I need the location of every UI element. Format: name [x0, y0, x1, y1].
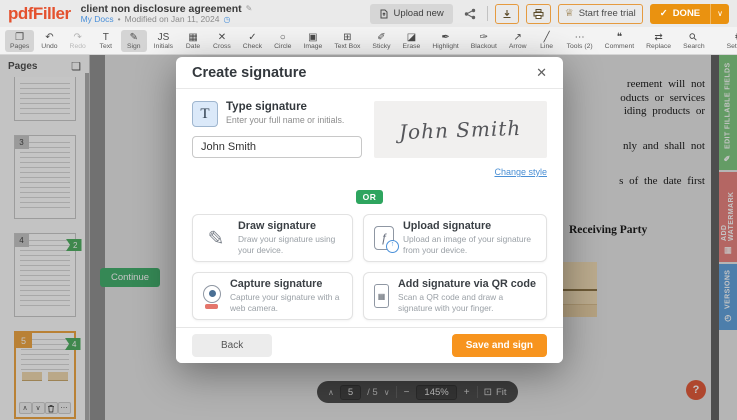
tb-glyph: ❝: [617, 32, 622, 43]
upload-doc-icon: [379, 9, 389, 19]
save-and-sign-button[interactable]: Save and sign: [452, 334, 547, 357]
download-button[interactable]: [495, 4, 519, 24]
capture-icon: [203, 285, 221, 303]
signature-option-card-add-signature-via-qr-code[interactable]: Add signature via QR code Scan a QR code…: [363, 272, 547, 320]
signature-preview: John Smith: [374, 101, 547, 158]
toolbar-item-erase[interactable]: ◪ Erase: [398, 30, 426, 52]
tb-glyph: ╱: [544, 32, 550, 43]
tb-glyph: T: [103, 32, 109, 43]
toolbar-item-initials[interactable]: JS Initials: [149, 30, 178, 52]
toolbar-item-pages[interactable]: ❐ Pages: [5, 30, 34, 52]
tb-glyph: ✐: [377, 32, 385, 43]
modified-date: Modified on Jan 11, 2024: [125, 15, 220, 25]
signature-option-card-capture-signature[interactable]: Capture signature Capture your signature…: [192, 272, 353, 320]
toolbar-item-blackout[interactable]: ✑ Blackout: [466, 30, 502, 52]
upload-new-button[interactable]: Upload new: [370, 4, 453, 24]
toolbar-item-circle[interactable]: ○ Circle: [269, 30, 296, 52]
toolbar-item-text[interactable]: T Text: [93, 30, 119, 52]
tb-glyph: ⋯: [575, 32, 585, 43]
toolbar-item-replace[interactable]: ⇄ Replace: [641, 30, 676, 52]
pdffiller-app: pdfFiller client non disclosure agreemen…: [0, 0, 737, 420]
qr-icon: [374, 284, 389, 308]
change-style-link[interactable]: Change style: [494, 167, 547, 177]
breadcrumb-separator: •: [118, 15, 121, 25]
tb-glyph: ❐: [15, 32, 24, 43]
tb-glyph: ✒: [441, 32, 449, 43]
tb-glyph: ▦: [188, 32, 197, 43]
clock-icon: ◷: [223, 15, 230, 24]
document-title-block: client non disclosure agreement ✎ My Doc…: [81, 3, 253, 25]
breadcrumb-my-docs[interactable]: My Docs: [81, 15, 114, 25]
signature-name-input[interactable]: [192, 136, 362, 158]
print-button[interactable]: [526, 4, 551, 24]
tb-glyph: ✑: [480, 32, 488, 43]
toolbar-item-arrow[interactable]: ↗ Arrow: [504, 30, 532, 52]
start-free-trial-button[interactable]: ♕ Start free trial: [558, 4, 643, 24]
tb-glyph: ✓: [248, 32, 256, 43]
modal-title: Create signature: [192, 65, 306, 81]
tb-glyph: ▣: [308, 32, 317, 43]
toolbar-item-sign[interactable]: ✎ Sign: [121, 30, 147, 52]
document-title: client non disclosure agreement: [81, 3, 242, 15]
close-icon[interactable]: ✕: [536, 65, 547, 81]
create-signature-modal: Create signature ✕ T Type signature Ente…: [176, 57, 563, 363]
tb-glyph: ⇄: [654, 32, 662, 43]
toolbar-item-text-box[interactable]: ⊞ Text Box: [329, 30, 365, 52]
done-button[interactable]: ✓ DONE ∨: [650, 4, 729, 24]
toolbar-item-date[interactable]: ▦ Date: [180, 30, 206, 52]
toolbar-item-check[interactable]: ✓ Check: [238, 30, 267, 52]
share-icon[interactable]: [460, 4, 480, 24]
or-badge: OR: [356, 190, 384, 204]
header-divider: [487, 6, 488, 21]
tb-glyph: ⊞: [343, 32, 351, 43]
toolbar-item-sticky[interactable]: ✐ Sticky: [367, 30, 395, 52]
done-dropdown-caret[interactable]: ∨: [711, 4, 729, 24]
upload-icon: [374, 226, 394, 250]
edit-title-icon[interactable]: ✎: [246, 4, 253, 13]
toolbar-item-highlight[interactable]: ✒ Highlight: [427, 30, 463, 52]
toolbar-item-redo[interactable]: ↷ Redo: [65, 30, 91, 52]
tb-glyph: ↷: [73, 32, 81, 43]
pdffiller-logo: pdfFiller: [8, 0, 71, 27]
back-button[interactable]: Back: [192, 334, 272, 357]
print-icon: [533, 9, 544, 19]
toolbar-item-settings[interactable]: ⚙ Settings: [722, 30, 737, 52]
tb-glyph: ✎: [130, 32, 138, 43]
tb-glyph: ○: [280, 32, 286, 43]
toolbar-item-line[interactable]: ╱ Line: [534, 30, 560, 52]
tb-glyph: ◪: [407, 32, 416, 43]
signature-option-card-draw-signature[interactable]: Draw signature Draw your signature using…: [192, 214, 353, 262]
tb-glyph: ↶: [45, 32, 53, 43]
download-icon: [502, 9, 512, 19]
check-icon: ✓: [660, 8, 668, 19]
toolbar-item-image[interactable]: ▣ Image: [298, 30, 327, 52]
signature-option-card-upload-signature[interactable]: Upload signature Upload an image of your…: [363, 214, 547, 262]
toolbar-item-tools-2[interactable]: ⋯ Tools (2): [562, 30, 598, 52]
type-signature-subtext: Enter your full name or initials.: [226, 115, 344, 125]
type-signature-icon: T: [192, 101, 218, 127]
toolbar-item-search[interactable]: ⚲ Search: [678, 30, 710, 52]
crown-icon: ♕: [565, 8, 574, 19]
editor-toolbar: ❐ Pages ↶ Undo ↷ Redo T Text ✎ Sign JS I…: [0, 27, 737, 55]
type-signature-heading: Type signature: [226, 101, 344, 113]
signature-preview-text: John Smith: [399, 115, 522, 143]
toolbar-item-cross[interactable]: ✕ Cross: [208, 30, 236, 52]
tb-glyph: ↗: [514, 32, 522, 43]
top-header: pdfFiller client non disclosure agreemen…: [0, 0, 737, 27]
tb-glyph: ✕: [218, 32, 226, 43]
toolbar-item-undo[interactable]: ↶ Undo: [36, 30, 62, 52]
toolbar-item-comment[interactable]: ❝ Comment: [600, 30, 639, 52]
draw-icon: [203, 224, 229, 252]
tb-glyph: JS: [158, 32, 170, 43]
